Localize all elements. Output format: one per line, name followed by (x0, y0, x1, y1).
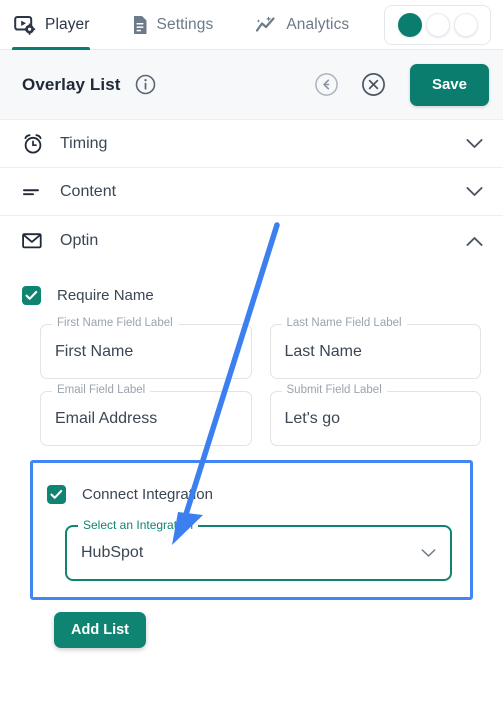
chevron-down-icon[interactable] (466, 138, 483, 149)
require-name-row[interactable]: Require Name (22, 278, 481, 312)
document-icon (132, 15, 148, 35)
first-name-field-value: First Name (55, 342, 134, 360)
panel-header: Overlay List Save (0, 50, 503, 120)
add-list-button[interactable]: Add List (54, 612, 146, 648)
player-gear-icon (14, 15, 36, 35)
connect-integration-highlight: Connect Integration Select an Integratio… (30, 460, 473, 600)
tab-analytics[interactable]: Analytics (253, 0, 363, 50)
submit-field-value: Let's go (284, 409, 341, 427)
tab-analytics-label: Analytics (286, 15, 350, 33)
last-name-field-value: Last Name (284, 342, 362, 360)
circle-close-icon[interactable] (361, 72, 386, 97)
first-name-field-label: First Name Field Label (52, 317, 178, 329)
email-field-label: Email Field Label (52, 384, 151, 396)
connect-integration-label: Connect Integration (82, 485, 213, 503)
text-lines-icon (22, 185, 46, 199)
submit-field-label: Submit Field Label (281, 384, 387, 396)
section-label-timing: Timing (60, 134, 108, 152)
device-option-mobile[interactable] (453, 13, 478, 37)
section-header-optin[interactable]: Optin (0, 216, 503, 266)
device-option-desktop[interactable] (397, 13, 422, 37)
circle-arrow-left-icon[interactable] (314, 72, 339, 97)
info-circle-icon[interactable] (135, 74, 156, 95)
tab-player[interactable]: Player (12, 0, 104, 50)
select-integration-value: HubSpot (81, 544, 144, 561)
alarm-clock-icon (22, 133, 46, 155)
select-integration-dropdown[interactable]: Select an Integration HubSpot (65, 518, 452, 581)
section-label-optin: Optin (60, 232, 99, 249)
require-name-checkbox[interactable] (22, 285, 41, 305)
trend-sparkle-icon (255, 15, 277, 35)
add-list-row: Add List (22, 600, 481, 648)
save-button[interactable]: Save (409, 63, 489, 106)
email-submit-fields-row: Email Field Label Email Address Submit F… (22, 384, 481, 446)
select-integration-label: Select an Integration (78, 518, 199, 532)
submit-field[interactable]: Submit Field Label Let's go (269, 384, 481, 446)
last-name-field-label: Last Name Field Label (281, 317, 407, 329)
section-header-timing[interactable]: Timing (0, 120, 503, 168)
tab-player-label: Player (45, 15, 90, 33)
section-label-content: Content (60, 182, 117, 200)
top-tab-bar: Player Settings Analytics (0, 0, 503, 50)
email-field[interactable]: Email Field Label Email Address (40, 384, 252, 446)
page-title: Overlay List (22, 74, 121, 94)
connect-integration-row[interactable]: Connect Integration (47, 477, 456, 511)
chevron-down-icon[interactable] (466, 186, 483, 197)
chevron-up-icon[interactable] (466, 236, 483, 247)
device-size-selector[interactable] (384, 5, 491, 45)
name-fields-row: First Name Field Label First Name Last N… (22, 317, 481, 379)
chevron-down-icon[interactable] (421, 548, 436, 558)
optin-body: Require Name First Name Field Label Firs… (0, 278, 503, 648)
section-header-content[interactable]: Content (0, 168, 503, 216)
email-field-value: Email Address (55, 409, 158, 427)
envelope-icon (22, 232, 46, 250)
tab-settings-label: Settings (156, 15, 214, 33)
device-option-tablet[interactable] (425, 13, 450, 37)
last-name-field[interactable]: Last Name Field Label Last Name (269, 317, 481, 379)
first-name-field[interactable]: First Name Field Label First Name (40, 317, 252, 379)
connect-integration-checkbox[interactable] (47, 484, 66, 504)
require-name-label: Require Name (57, 286, 154, 304)
tab-settings[interactable]: Settings (130, 0, 228, 50)
